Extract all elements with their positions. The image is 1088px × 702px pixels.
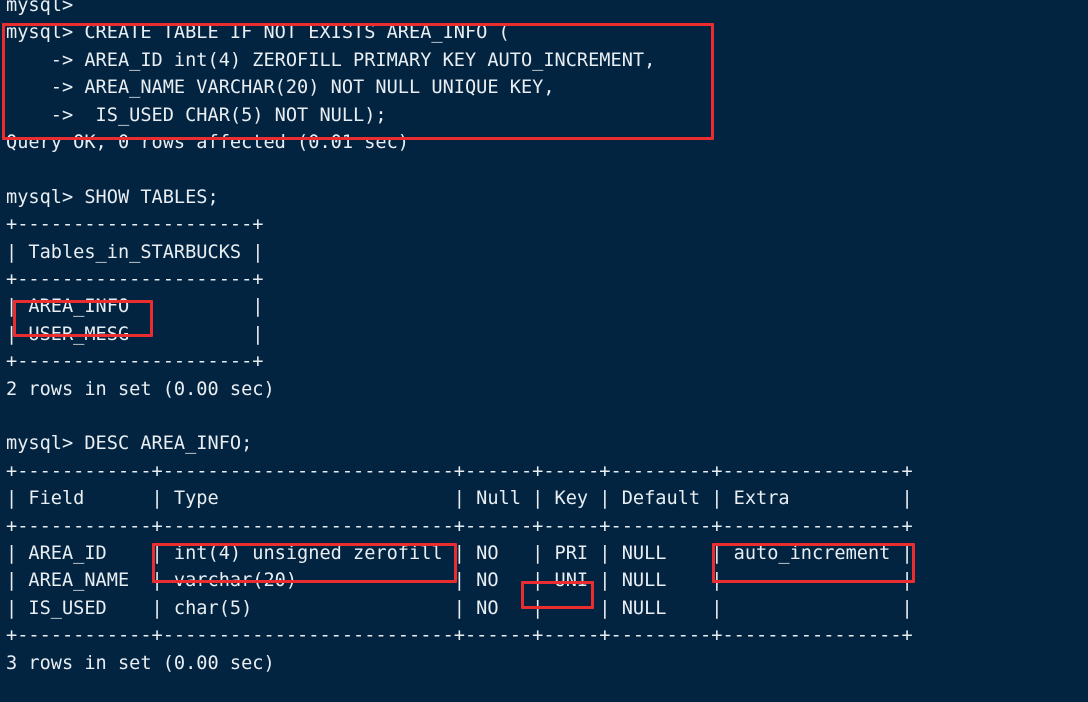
terminal-line: mysql> <box>6 0 74 16</box>
terminal-line: | Field | Type | Null | Key | Default | … <box>6 488 913 510</box>
terminal-line: +---------------------+ <box>6 351 264 373</box>
terminal-line: -> AREA_NAME VARCHAR(20) NOT NULL UNIQUE… <box>6 77 555 99</box>
terminal-line: mysql> CREATE TABLE IF NOT EXISTS AREA_I… <box>6 22 510 44</box>
terminal-line: +------------+--------------------------… <box>6 515 913 537</box>
terminal-line: +------------+--------------------------… <box>6 625 913 647</box>
terminal-line: 2 rows in set (0.00 sec) <box>6 378 275 400</box>
terminal-line: | USER_MESG | <box>6 323 264 345</box>
terminal-line: mysql> DESC AREA_INFO; <box>6 433 253 455</box>
terminal-line: +------------+--------------------------… <box>6 460 913 482</box>
terminal-line: -> AREA_ID int(4) ZEROFILL PRIMARY KEY A… <box>6 49 656 71</box>
terminal-line: -> IS_USED CHAR(5) NOT NULL); <box>6 104 387 126</box>
terminal-line: +---------------------+ <box>6 214 264 236</box>
terminal-line: | AREA_ID | int(4) unsigned zerofill | N… <box>6 543 913 564</box>
terminal-window[interactable]: mysql> mysql> CREATE TABLE IF NOT EXISTS … <box>0 0 1088 702</box>
terminal-line: 3 rows in set (0.00 sec) <box>6 652 275 674</box>
terminal-line: | AREA_INFO | <box>6 296 264 318</box>
terminal-line: | Tables_in_STARBUCKS | <box>6 241 264 263</box>
terminal-line: | AREA_NAME | varchar(20) | NO | UNI | N… <box>6 570 913 592</box>
terminal-line: Query OK, 0 rows affected (0.01 sec) <box>6 132 409 153</box>
terminal-line: +---------------------+ <box>6 269 264 290</box>
terminal-line: | IS_USED | char(5) | NO | | NULL | | <box>6 597 913 619</box>
terminal-line: mysql> SHOW TABLES; <box>6 186 219 208</box>
